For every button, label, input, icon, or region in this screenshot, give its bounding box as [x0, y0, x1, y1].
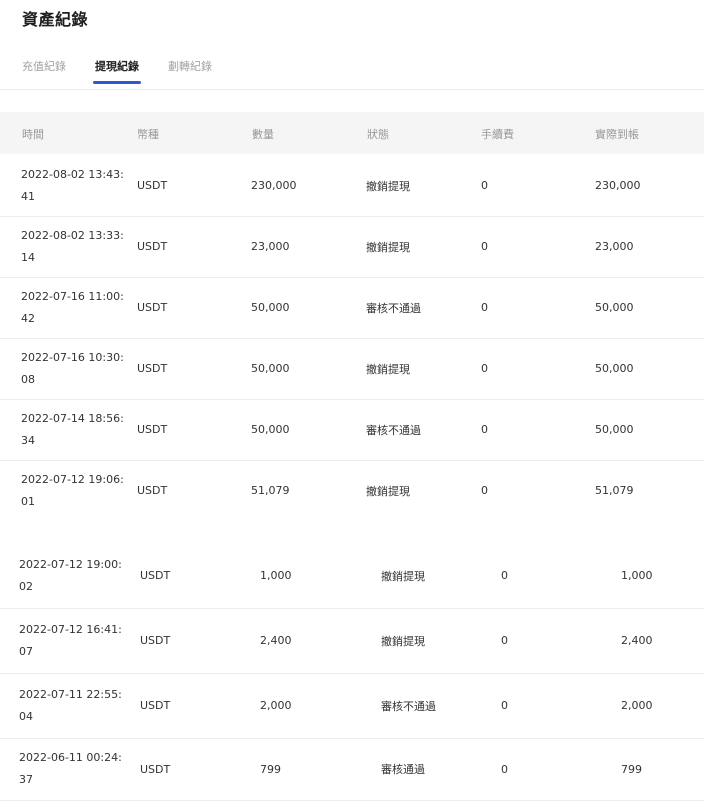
cell-time: 2022-07-11 22:55:04	[19, 673, 127, 738]
table-row: 2022-07-16 10:30:08 USDT 50,000 撤銷提現 0 50,000	[0, 338, 704, 400]
cell-received: 50,000	[595, 301, 634, 314]
cell-coin: USDT	[137, 301, 168, 314]
cell-amount: 799	[260, 762, 281, 776]
cell-status: 撤銷提現	[381, 569, 425, 583]
tab-withdrawal-records[interactable]: 提現紀錄	[93, 58, 141, 84]
time-text: 2022-07-16 11:00:42	[21, 289, 124, 325]
cell-coin: USDT	[140, 569, 171, 582]
column-header-received: 實際到帳	[595, 128, 639, 141]
table-row: 2022-08-02 13:33:14 USDT 23,000 撤銷提現 0 23,000	[0, 216, 704, 278]
cell-received: 2,000	[621, 699, 653, 712]
cell-fee: 0	[501, 762, 508, 776]
cell-amount: 50,000	[251, 301, 290, 314]
column-header-amount: 數量	[252, 128, 274, 141]
table-row: 2022-07-16 11:00:42 USDT 50,000 審核不通過 0 50,00…	[0, 277, 704, 339]
cell-time: 2022-06-11 00:24:37	[19, 738, 127, 800]
cell-fee: 0	[481, 301, 488, 314]
table-header: 時間 幣種 數量 狀態 手續費 實際到帳	[0, 112, 704, 154]
cell-fee: 0	[481, 484, 488, 497]
active-tab-indicator	[93, 81, 141, 84]
tab-label: 劃轉紀錄	[168, 60, 212, 73]
cell-fee: 0	[481, 423, 488, 436]
cell-fee: 0	[481, 240, 488, 253]
cell-fee: 0	[501, 569, 508, 582]
cell-coin: USDT	[140, 634, 171, 647]
column-header-time: 時間	[22, 128, 44, 141]
cell-time: 2022-08-02 13:43:41	[21, 155, 129, 216]
cell-amount: 23,000	[251, 240, 290, 253]
cell-amount: 50,000	[251, 423, 290, 436]
cell-time: 2022-07-12 19:06:01	[21, 460, 129, 521]
table-row: 2022-07-14 18:56:34 USDT 50,000 審核不通過 0 50,00…	[0, 399, 704, 461]
cell-amount: 2,000	[260, 699, 292, 712]
cell-received: 799	[621, 762, 642, 776]
table-row: 2022-07-11 22:55:04 USDT 2,000 審核不通過 0 2,000	[0, 673, 704, 739]
table-row: 2022-07-12 19:00:02 USDT 1,000 撤銷提現 0 1,000	[0, 543, 704, 609]
column-header-coin: 幣種	[137, 128, 159, 141]
tab-deposit-records[interactable]: 充值紀錄	[22, 58, 66, 74]
tab-label: 提現紀錄	[95, 60, 139, 73]
cell-fee: 0	[481, 179, 488, 192]
cell-status: 審核不通過	[381, 699, 436, 713]
cell-fee: 0	[501, 699, 508, 712]
cell-received: 50,000	[595, 423, 634, 436]
cell-amount: 50,000	[251, 362, 290, 375]
time-text: 2022-07-12 16:41:07	[19, 622, 122, 658]
cell-status: 撤銷提現	[366, 484, 410, 498]
cell-amount: 230,000	[251, 179, 297, 192]
cell-status: 撤銷提現	[366, 362, 410, 376]
cell-fee: 0	[481, 362, 488, 375]
time-text: 2022-06-11 00:24:37	[19, 751, 122, 786]
cell-time: 2022-07-12 16:41:07	[19, 608, 127, 673]
cell-received: 23,000	[595, 240, 634, 253]
table-row: 2022-07-12 16:41:07 USDT 2,400 撤銷提現 0 2,400	[0, 608, 704, 674]
cell-amount: 2,400	[260, 634, 292, 647]
cell-received: 51,079	[595, 484, 634, 497]
cell-time: 2022-07-12 19:00:02	[19, 543, 127, 608]
time-text: 2022-08-02 13:43:41	[21, 167, 124, 203]
cell-received: 2,400	[621, 634, 653, 647]
table-row: 2022-08-02 13:43:41 USDT 230,000 撤銷提現 0 230,0…	[0, 155, 704, 217]
cell-coin: USDT	[137, 240, 168, 253]
column-header-fee: 手續費	[481, 128, 514, 141]
table-row: 2022-06-11 00:24:37 USDT 799 審核通過 0 799	[0, 738, 704, 801]
tab-transfer-records[interactable]: 劃轉紀錄	[168, 58, 212, 74]
cell-status: 審核通過	[381, 763, 425, 776]
cell-coin: USDT	[137, 484, 168, 497]
column-header-status: 狀態	[367, 128, 389, 141]
cell-status: 審核不通過	[366, 301, 421, 315]
cell-status: 撤銷提現	[381, 634, 425, 648]
cell-coin: USDT	[137, 362, 168, 375]
cell-amount: 51,079	[251, 484, 290, 497]
time-text: 2022-07-11 22:55:04	[19, 687, 122, 723]
cell-status: 撤銷提現	[366, 179, 410, 193]
cell-time: 2022-07-16 10:30:08	[21, 338, 129, 399]
cell-received: 1,000	[621, 569, 653, 582]
page-title: 資產紀錄	[22, 10, 89, 29]
time-text: 2022-07-16 10:30:08	[21, 350, 124, 386]
time-text: 2022-07-12 19:06:01	[21, 472, 124, 508]
cell-amount: 1,000	[260, 569, 292, 582]
cell-coin: USDT	[137, 179, 168, 192]
cell-fee: 0	[501, 634, 508, 647]
cell-received: 230,000	[595, 179, 641, 192]
tabs-divider	[0, 89, 704, 90]
cell-time: 2022-07-14 18:56:34	[21, 399, 129, 460]
cell-coin: USDT	[140, 699, 171, 712]
cell-status: 撤銷提現	[366, 240, 410, 254]
time-text: 2022-07-14 18:56:34	[21, 411, 124, 447]
cell-time: 2022-07-16 11:00:42	[21, 277, 129, 338]
tab-label: 充值紀錄	[22, 60, 66, 73]
cell-time: 2022-08-02 13:33:14	[21, 216, 129, 277]
time-text: 2022-08-02 13:33:14	[21, 228, 124, 264]
cell-received: 50,000	[595, 362, 634, 375]
cell-coin: USDT	[140, 762, 171, 776]
table-row: 2022-07-12 19:06:01 USDT 51,079 撤銷提現 0 51,079	[0, 460, 704, 521]
cell-coin: USDT	[137, 423, 168, 436]
time-text: 2022-07-12 19:00:02	[19, 557, 122, 593]
cell-status: 審核不通過	[366, 423, 421, 437]
